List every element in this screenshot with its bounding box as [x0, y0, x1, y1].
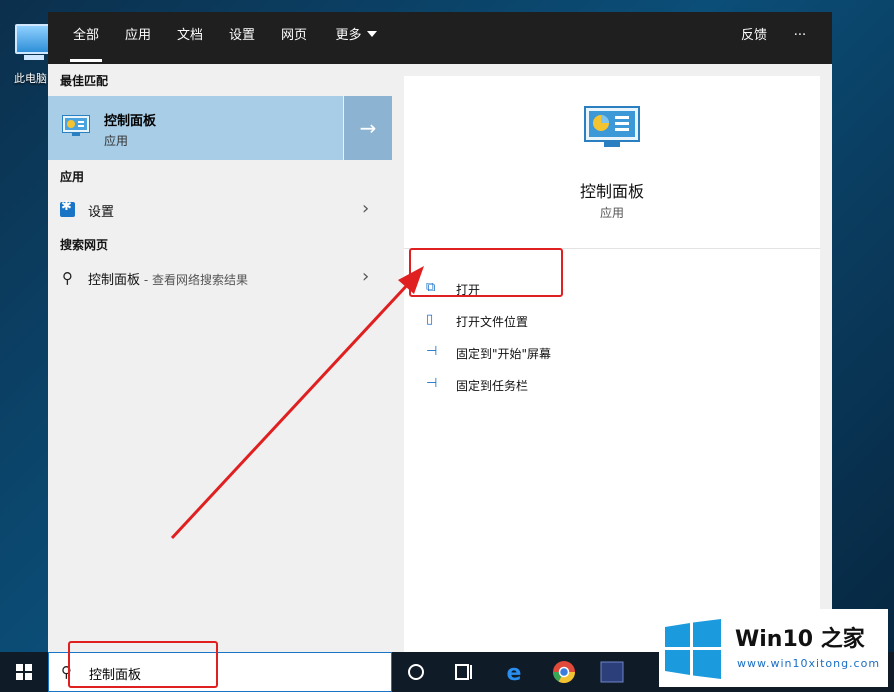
- watermark-url: www.win10xitong.com: [737, 657, 881, 670]
- watermark-brand: Win10 之家: [735, 627, 865, 652]
- watermark-logo: Win10 之家 www.win10xitong.com: [659, 609, 888, 687]
- windows-logo-icon: [665, 619, 721, 679]
- annotation-arrow: [170, 266, 424, 540]
